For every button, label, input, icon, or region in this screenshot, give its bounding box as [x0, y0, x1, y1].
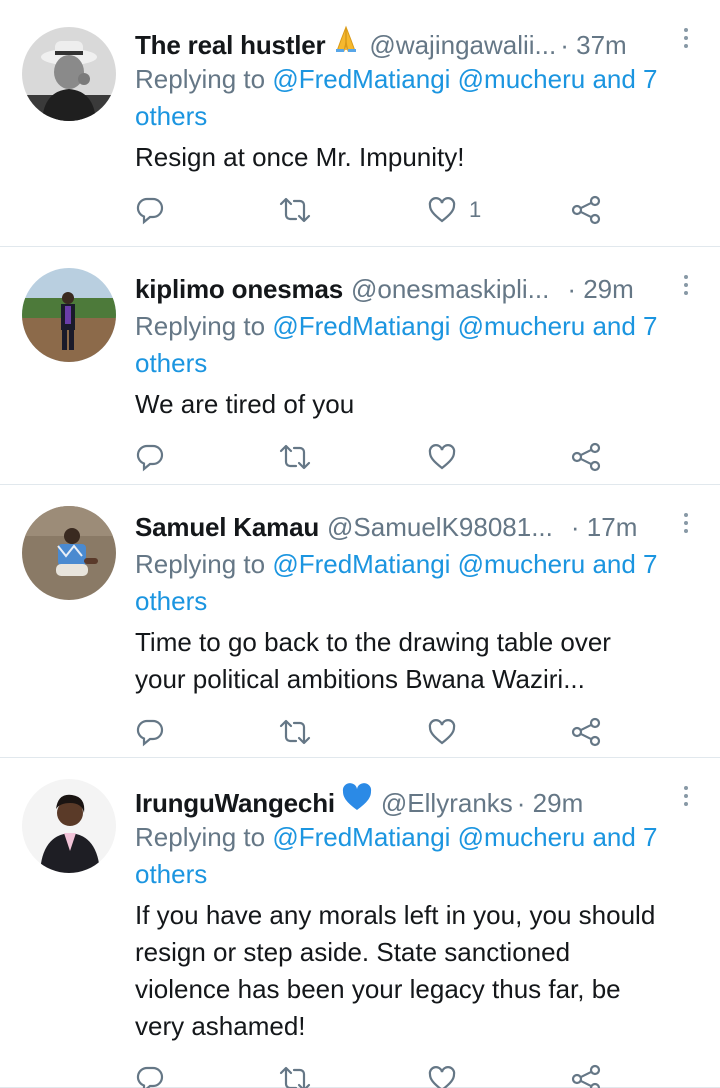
- reply-button[interactable]: [135, 1059, 165, 1088]
- reply-prefix: Replying to: [135, 549, 266, 579]
- avatar[interactable]: [22, 268, 116, 362]
- share-icon: [571, 717, 601, 747]
- user-handle[interactable]: @Ellyranks: [381, 785, 513, 821]
- like-button[interactable]: [427, 437, 457, 477]
- heart-icon: [428, 1066, 456, 1088]
- tweet-text-line: very ashamed!: [135, 1011, 306, 1041]
- folded-hands-emoji-icon: [331, 24, 361, 63]
- like-button[interactable]: [427, 712, 457, 752]
- reply-icon: [136, 1066, 164, 1088]
- reply-context: Replying to @FredMatiangi @mucheru and 7…: [135, 61, 706, 135]
- more-options-icon[interactable]: [682, 513, 690, 539]
- tweet-text-line: If you have any morals left in you, you …: [135, 900, 656, 930]
- retweet-icon: [279, 197, 311, 223]
- reply-button[interactable]: [135, 437, 165, 477]
- share-button[interactable]: [571, 190, 603, 230]
- blue-heart-emoji-icon: [341, 782, 373, 821]
- tweet-text-line: resign or step aside. State sanctioned: [135, 937, 571, 967]
- like-button[interactable]: [427, 1059, 457, 1088]
- avatar[interactable]: [22, 779, 116, 873]
- reply-icon: [136, 197, 164, 225]
- retweet-button[interactable]: [278, 1059, 312, 1088]
- share-icon: [571, 442, 601, 472]
- user-handle[interactable]: @wajingawalii...: [369, 27, 556, 63]
- avatar[interactable]: [22, 27, 116, 121]
- retweet-button[interactable]: [278, 190, 312, 230]
- reply-context: Replying to @FredMatiangi @mucheru and 7…: [135, 308, 706, 382]
- heart-icon: [428, 719, 456, 745]
- timestamp[interactable]: · 17m: [571, 509, 637, 545]
- avatar[interactable]: [22, 506, 116, 600]
- share-button[interactable]: [571, 712, 603, 752]
- retweet-button[interactable]: [278, 437, 312, 477]
- tweet[interactable]: IrunguWangechi @Ellyranks · 29m Replying…: [0, 758, 720, 1088]
- like-button[interactable]: 1: [427, 190, 481, 230]
- reply-icon: [136, 719, 164, 747]
- tweet-text-line: your political ambitions Bwana Waziri...: [135, 664, 585, 694]
- more-options-icon[interactable]: [682, 28, 690, 54]
- tweet-header: The real hustler @wajingawalii... · 37m: [135, 24, 706, 60]
- tweet-text: Resign at once Mr. Impunity!: [135, 139, 706, 176]
- reply-prefix: Replying to: [135, 822, 266, 852]
- reply-prefix: Replying to: [135, 311, 266, 341]
- tweet-text-line: violence has been your legacy thus far, …: [135, 974, 621, 1004]
- tweet-text-line: We are tired of you: [135, 389, 355, 419]
- tweet-text-line: Resign at once Mr. Impunity!: [135, 142, 465, 172]
- tweet[interactable]: The real hustler @wajingawalii... · 37m …: [0, 0, 720, 247]
- tweet-text: Time to go back to the drawing table ove…: [135, 624, 706, 698]
- heart-icon: [428, 444, 456, 470]
- more-options-icon[interactable]: [682, 275, 690, 301]
- tweet-text-line: Time to go back to the drawing table ove…: [135, 627, 611, 657]
- share-button[interactable]: [571, 437, 603, 477]
- reply-prefix: Replying to: [135, 64, 266, 94]
- heart-icon: [428, 197, 456, 223]
- retweet-icon: [279, 444, 311, 470]
- retweet-button[interactable]: [278, 712, 312, 752]
- retweet-icon: [279, 1066, 311, 1088]
- user-handle[interactable]: @onesmaskipli...: [351, 271, 549, 307]
- tweet-actions: 1: [135, 190, 706, 230]
- display-name[interactable]: The real hustler: [135, 27, 326, 63]
- tweet-actions: [135, 437, 706, 477]
- reply-button[interactable]: [135, 190, 165, 230]
- timestamp[interactable]: · 37m: [560, 27, 626, 63]
- tweet-actions: [135, 712, 706, 752]
- tweet[interactable]: kiplimo onesmas @onesmaskipli... · 29m R…: [0, 247, 720, 485]
- share-icon: [571, 1064, 601, 1088]
- retweet-icon: [279, 719, 311, 745]
- tweet-text: If you have any morals left in you, you …: [135, 897, 706, 1045]
- tweet-text: We are tired of you: [135, 386, 706, 423]
- reply-button[interactable]: [135, 712, 165, 752]
- timestamp[interactable]: · 29m: [517, 785, 583, 821]
- reply-icon: [136, 444, 164, 472]
- tweet-header: IrunguWangechi @Ellyranks · 29m: [135, 782, 706, 818]
- like-count: 1: [469, 197, 482, 222]
- timestamp[interactable]: · 29m: [567, 271, 633, 307]
- display-name[interactable]: Samuel Kamau: [135, 509, 319, 545]
- tweet-actions: [135, 1059, 706, 1088]
- display-name[interactable]: IrunguWangechi: [135, 785, 335, 821]
- reply-context: Replying to @FredMatiangi @mucheru and 7…: [135, 546, 706, 620]
- user-handle[interactable]: @SamuelK98081...: [327, 509, 553, 545]
- more-options-icon[interactable]: [682, 786, 690, 812]
- share-icon: [571, 195, 601, 225]
- tweet[interactable]: Samuel Kamau @SamuelK98081... · 17m Repl…: [0, 485, 720, 758]
- display-name[interactable]: kiplimo onesmas: [135, 271, 343, 307]
- reply-context: Replying to @FredMatiangi @mucheru and 7…: [135, 819, 706, 893]
- share-button[interactable]: [571, 1059, 603, 1088]
- tweet-header: kiplimo onesmas @onesmaskipli... · 29m: [135, 271, 706, 307]
- tweet-header: Samuel Kamau @SamuelK98081... · 17m: [135, 509, 706, 545]
